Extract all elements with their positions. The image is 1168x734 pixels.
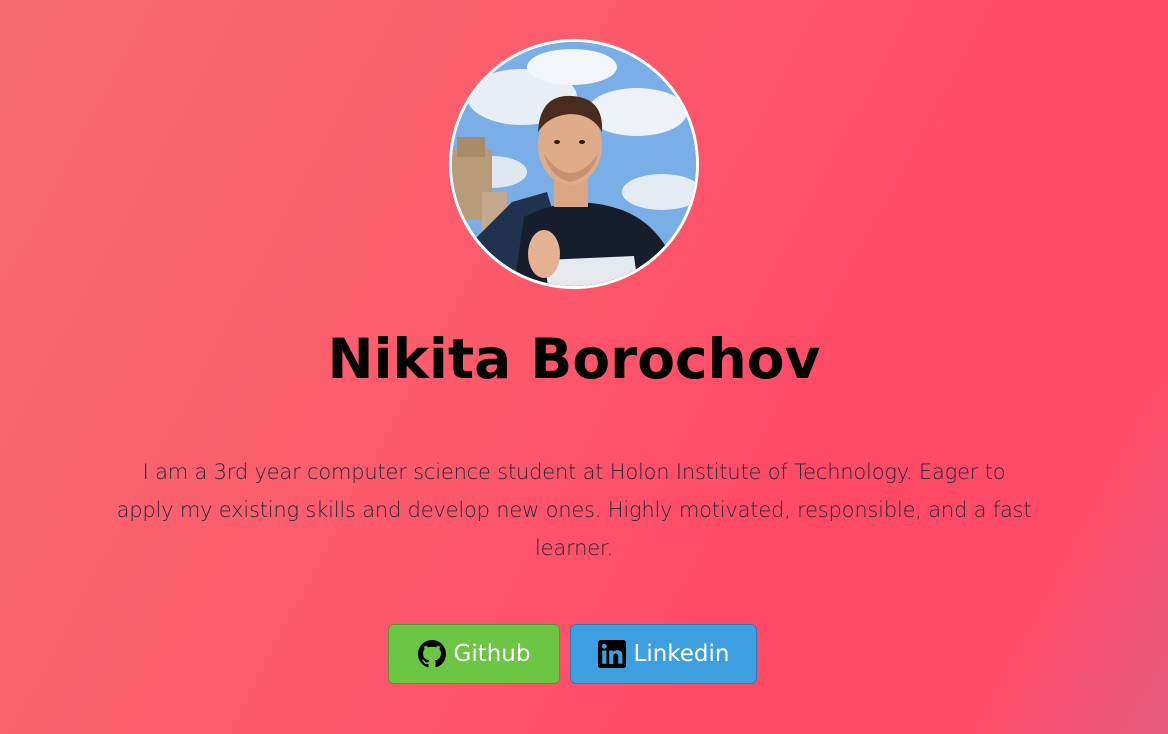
github-icon — [417, 640, 446, 668]
profile-bio: I am a 3rd year computer science student… — [116, 460, 1032, 560]
avatar — [449, 39, 699, 289]
github-button[interactable]: Github — [388, 624, 560, 684]
profile-name: Nikita Borochov — [327, 327, 821, 391]
hero-section: Nikita Borochov I am a 3rd year computer… — [0, 0, 1168, 734]
linkedin-label: Linkedin — [633, 641, 730, 667]
linkedin-icon — [597, 640, 626, 668]
profile-photo — [452, 42, 696, 286]
github-label: Github — [453, 641, 531, 667]
social-links: Github Linkedin — [388, 624, 757, 686]
linkedin-button[interactable]: Linkedin — [570, 624, 757, 684]
